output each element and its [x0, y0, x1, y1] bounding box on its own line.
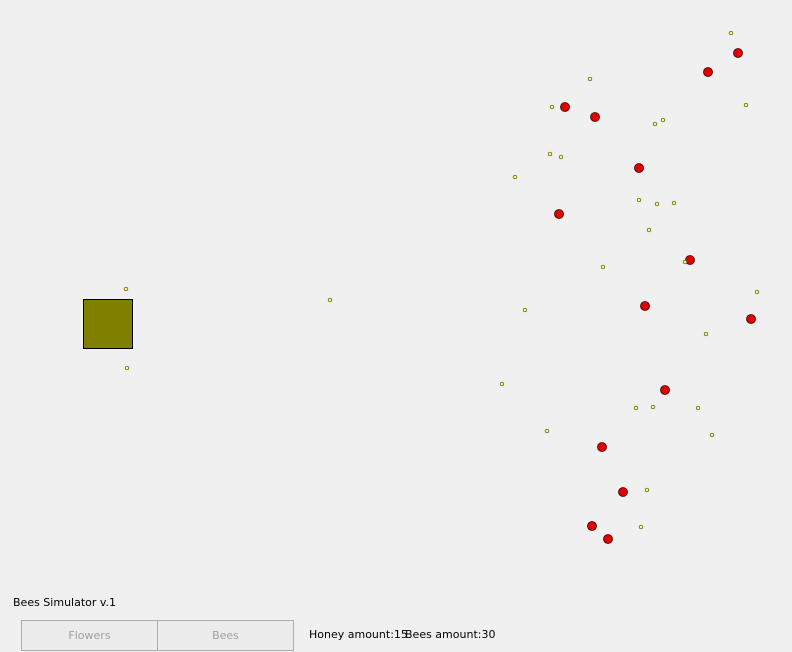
bee	[587, 76, 593, 82]
bee	[728, 30, 734, 36]
bee	[512, 174, 518, 180]
bee	[123, 286, 129, 292]
flower	[603, 534, 613, 544]
bee	[549, 104, 555, 110]
simulation-field	[123, 30, 760, 544]
bee	[660, 117, 666, 123]
bee	[650, 404, 656, 410]
flower	[685, 255, 695, 265]
flower	[746, 314, 756, 324]
flower	[597, 442, 607, 452]
flowers-layer	[554, 48, 756, 544]
bee	[638, 524, 644, 530]
flower	[733, 48, 743, 58]
bee	[743, 102, 749, 108]
app-title: Bees Simulator v.1	[13, 596, 117, 609]
flower	[587, 521, 597, 531]
bee	[600, 264, 606, 270]
flower	[554, 209, 564, 219]
honey-amount-label: Honey amount:15	[309, 628, 408, 641]
bee	[644, 487, 650, 493]
flower	[703, 67, 713, 77]
flowers-button[interactable]: Flowers	[21, 620, 158, 651]
flower	[590, 112, 600, 122]
bee	[547, 151, 553, 157]
bee	[754, 289, 760, 295]
bee	[633, 405, 639, 411]
bee	[709, 432, 715, 438]
flower	[618, 487, 628, 497]
flower	[640, 301, 650, 311]
bee	[671, 200, 677, 206]
beehive	[83, 299, 133, 349]
bee	[522, 307, 528, 313]
bees-layer	[123, 30, 760, 530]
bee	[499, 381, 505, 387]
bee	[124, 365, 130, 371]
bee	[652, 121, 658, 127]
bee	[695, 405, 701, 411]
bee	[544, 428, 550, 434]
flower	[660, 385, 670, 395]
bee	[654, 201, 660, 207]
bee	[646, 227, 652, 233]
bee	[558, 154, 564, 160]
bees-button[interactable]: Bees	[157, 620, 294, 651]
flower	[560, 102, 570, 112]
flower	[634, 163, 644, 173]
bee	[327, 297, 333, 303]
bee	[703, 331, 709, 337]
bee	[682, 259, 688, 265]
bees-amount-label: Bees amount:30	[405, 628, 496, 641]
bee	[636, 197, 642, 203]
